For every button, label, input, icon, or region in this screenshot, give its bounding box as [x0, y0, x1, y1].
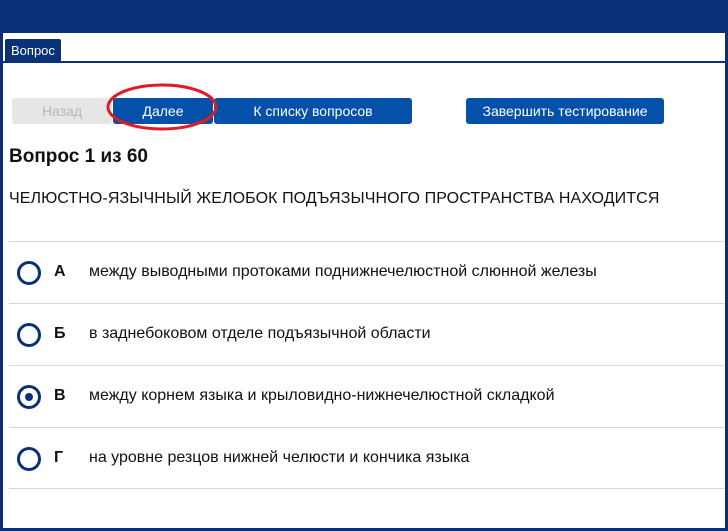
option-text[interactable]: между выводными протоками поднижнечелюст… [89, 263, 597, 281]
option-letter: А [54, 263, 66, 280]
option-letter: Б [54, 325, 66, 342]
answer-option[interactable]: А между выводными протоками поднижнечелю… [9, 241, 725, 303]
radio-button[interactable] [17, 323, 41, 347]
radio-button[interactable] [17, 261, 41, 285]
option-text[interactable]: между корнем языка и крыловидно-нижнечел… [89, 387, 555, 405]
option-letter: Г [54, 449, 64, 466]
option-letter: В [54, 387, 66, 404]
question-text: ЧЕЛЮСТНО-ЯЗЫЧНЫЙ ЖЕЛОБОК ПОДЪЯЗЫЧНОГО ПР… [9, 190, 660, 207]
question-counter-title: Вопрос 1 из 60 [9, 146, 148, 167]
top-header-bar [0, 0, 728, 33]
tab-strip: Вопрос [3, 33, 725, 63]
radio-button-selected[interactable] [17, 385, 41, 409]
tab-question[interactable]: Вопрос [5, 39, 61, 63]
back-button[interactable]: Назад [12, 98, 112, 124]
option-text[interactable]: на уровне резцов нижней челюсти и кончик… [89, 449, 469, 467]
answer-options-list: А между выводными протоками поднижнечелю… [9, 241, 725, 489]
radio-selected-dot [25, 393, 33, 401]
option-text[interactable]: в заднебоковом отделе подъязычной област… [89, 325, 431, 343]
next-button[interactable]: Далее [113, 98, 213, 124]
answer-option[interactable]: Б в заднебоковом отделе подъязычной обла… [9, 303, 725, 365]
finish-test-button[interactable]: Завершить тестирование [466, 98, 664, 124]
answer-option[interactable]: Г на уровне резцов нижней челюсти и конч… [9, 427, 725, 489]
answer-option[interactable]: В между корнем языка и крыловидно-нижнеч… [9, 365, 725, 427]
question-list-button[interactable]: К списку вопросов [214, 98, 412, 124]
radio-button[interactable] [17, 447, 41, 471]
